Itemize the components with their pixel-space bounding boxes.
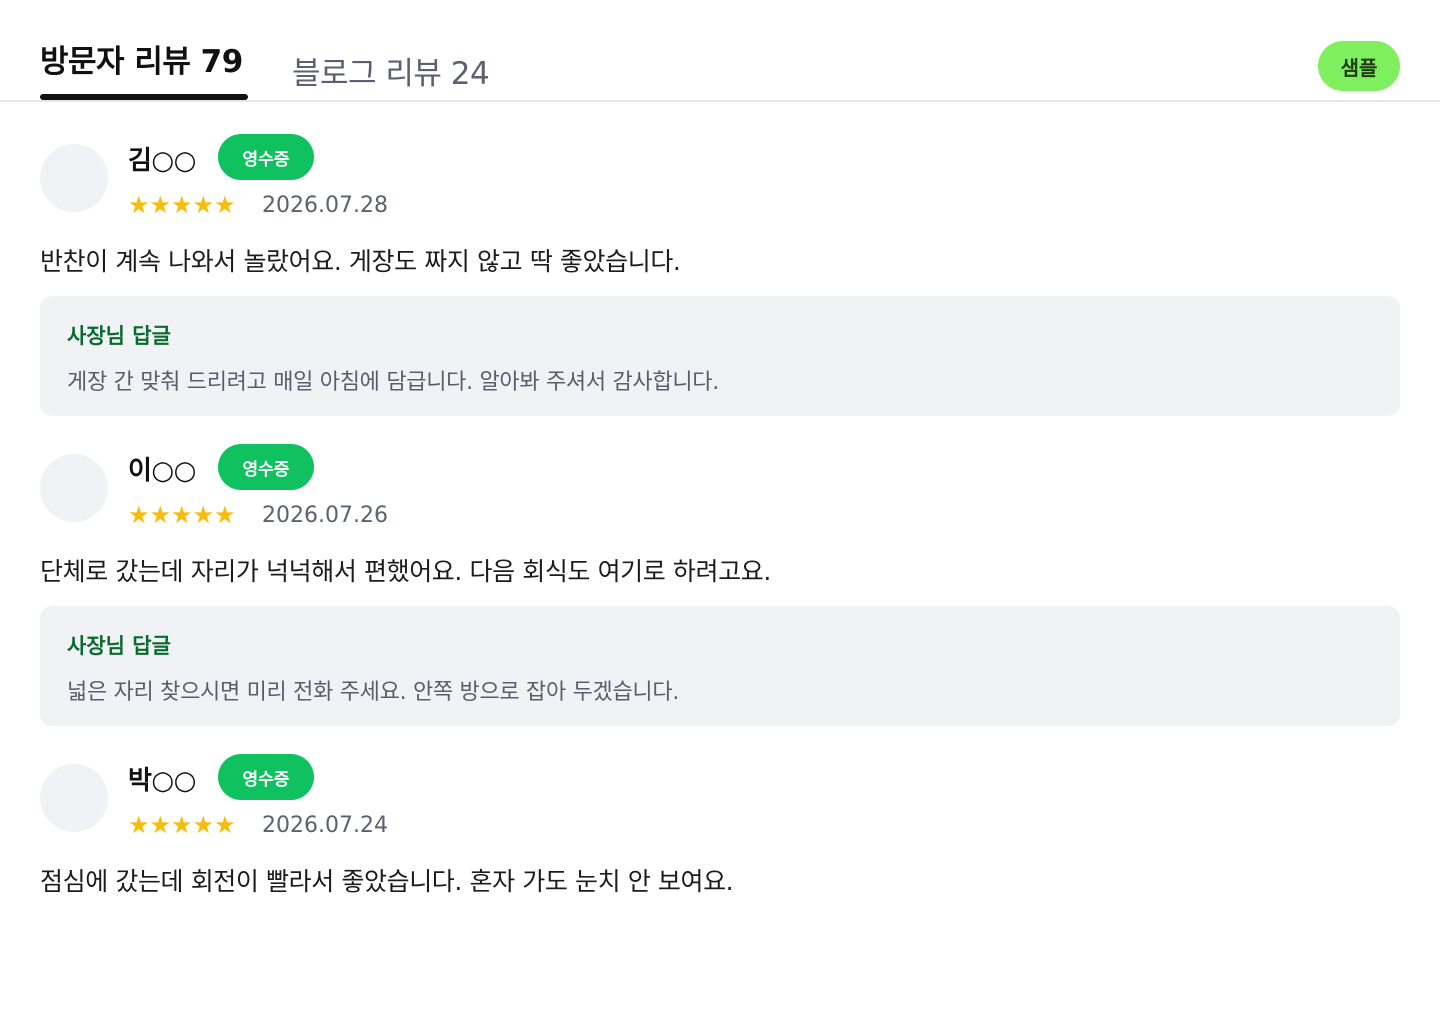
review-author: 박○○ bbox=[128, 766, 196, 796]
owner-reply: 사장님 답글 넓은 자리 찾으시면 미리 전화 주세요. 안쪽 방으로 잡아 두… bbox=[40, 606, 1400, 726]
review-tabs: 방문자 리뷰 79 블로그 리뷰 24 샘플 bbox=[0, 0, 1440, 102]
active-tab-indicator bbox=[40, 94, 248, 100]
receipt-badge: 영수증 bbox=[218, 444, 314, 490]
review-date: 2026.07.26 bbox=[262, 503, 388, 528]
sample-badge[interactable]: 샘플 bbox=[1318, 41, 1400, 91]
review-text: 점심에 갔는데 회전이 빨라서 좋았습니다. 혼자 가도 눈치 안 보여요. bbox=[40, 867, 734, 896]
owner-reply-text: 게장 간 맞춰 드리려고 매일 아침에 담급니다. 알아봐 주셔서 감사합니다. bbox=[67, 370, 719, 395]
avatar bbox=[40, 454, 108, 522]
review-text: 반찬이 계속 나와서 놀랐어요. 게장도 짜지 않고 딱 좋았습니다. bbox=[40, 247, 681, 276]
owner-reply-text: 넓은 자리 찾으시면 미리 전화 주세요. 안쪽 방으로 잡아 두겠습니다. bbox=[67, 680, 680, 705]
review-date: 2026.07.24 bbox=[262, 813, 388, 838]
star-rating-icon: ★★★★★ bbox=[128, 501, 236, 529]
star-rating-icon: ★★★★★ bbox=[128, 191, 236, 219]
review-list: 김○○ 영수증 ★★★★★ 2026.07.28 반찬이 계속 나와서 놀랐어요… bbox=[0, 104, 1440, 1034]
review-text: 단체로 갔는데 자리가 넉넉해서 편했어요. 다음 회식도 여기로 하려고요. bbox=[40, 557, 771, 586]
review-item: 이○○ 영수증 ★★★★★ 2026.07.26 단체로 갔는데 자리가 넉넉해… bbox=[0, 414, 1440, 726]
receipt-badge: 영수증 bbox=[218, 134, 314, 180]
review-item: 김○○ 영수증 ★★★★★ 2026.07.28 반찬이 계속 나와서 놀랐어요… bbox=[0, 104, 1440, 416]
avatar bbox=[40, 764, 108, 832]
review-author: 김○○ bbox=[128, 146, 196, 176]
tab-visitor-reviews[interactable]: 방문자 리뷰 79 bbox=[40, 36, 243, 81]
review-item: 박○○ 영수증 ★★★★★ 2026.07.24 점심에 갔는데 회전이 빨라서… bbox=[0, 724, 1440, 1034]
review-date: 2026.07.28 bbox=[262, 193, 388, 218]
review-author: 이○○ bbox=[128, 456, 196, 486]
avatar bbox=[40, 144, 108, 212]
tab-blog-reviews[interactable]: 블로그 리뷰 24 bbox=[292, 48, 490, 93]
owner-reply-title: 사장님 답글 bbox=[67, 634, 171, 658]
star-rating-icon: ★★★★★ bbox=[128, 811, 236, 839]
owner-reply: 사장님 답글 게장 간 맞춰 드리려고 매일 아침에 담급니다. 알아봐 주셔서… bbox=[40, 296, 1400, 416]
receipt-badge: 영수증 bbox=[218, 754, 314, 800]
owner-reply-title: 사장님 답글 bbox=[67, 324, 171, 348]
